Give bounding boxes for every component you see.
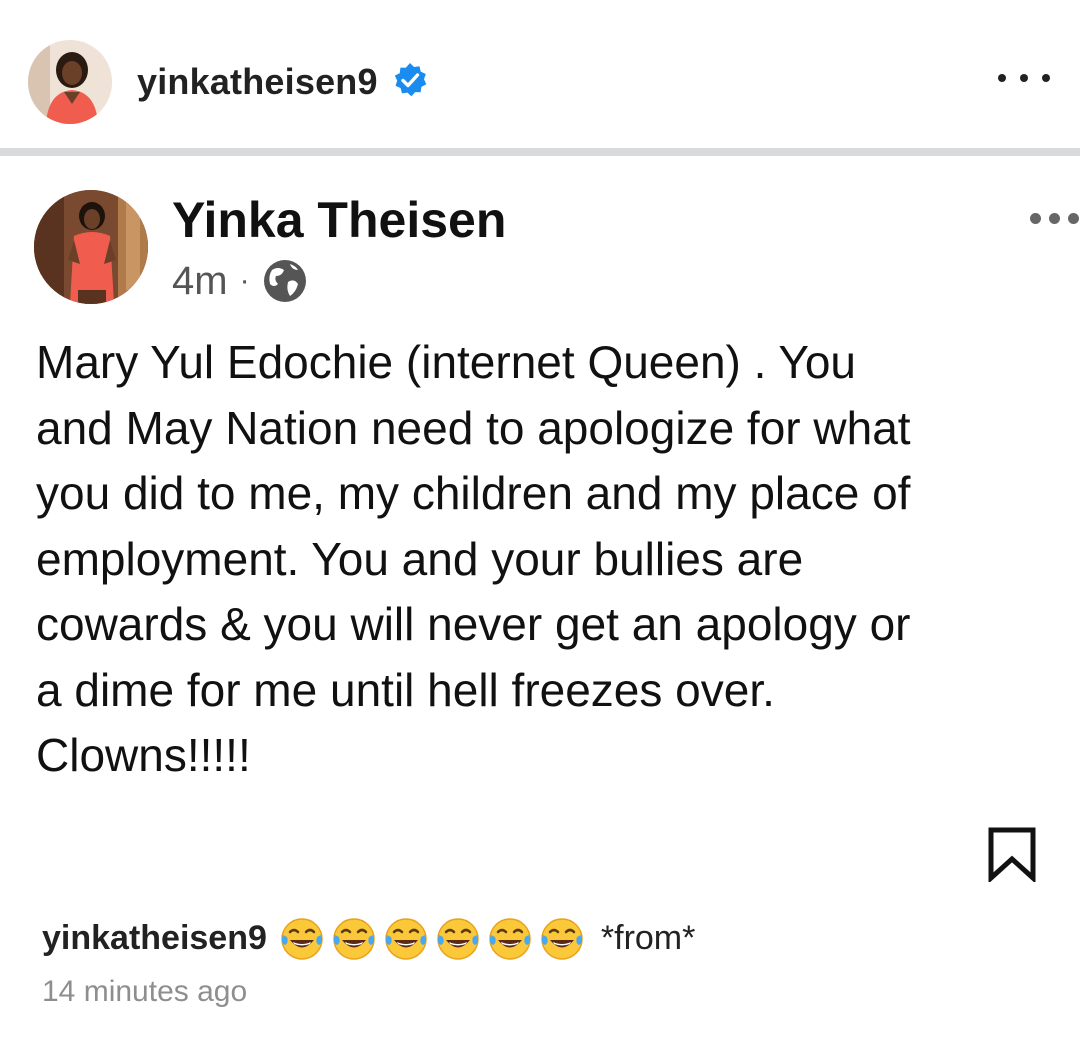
post-text-line: cowards & you will never get an apology … — [36, 598, 911, 650]
post-timestamp[interactable]: 14 minutes ago — [42, 972, 247, 1012]
post-text: Mary Yul Edochie (internet Queen) . You … — [36, 330, 1066, 789]
post-options-icon[interactable] — [1030, 206, 1080, 230]
post-screen: yinkatheisen9 Yinka Theisen 4m · Mary Yu… — [0, 0, 1080, 1046]
caption-username[interactable]: yinkatheisen9 — [42, 919, 267, 958]
verified-badge-icon — [394, 63, 427, 97]
header-username[interactable]: yinkatheisen9 — [137, 60, 378, 104]
tears-of-joy-emoji-icon — [281, 918, 323, 960]
post-header: yinkatheisen9 — [0, 0, 1080, 150]
globe-icon — [263, 260, 306, 302]
post-meta: 4m · — [172, 256, 308, 306]
avatar-photo — [28, 40, 112, 124]
tears-of-joy-emoji-icon — [489, 918, 531, 960]
save-bookmark-icon[interactable] — [986, 826, 1038, 882]
meta-separator: · — [239, 264, 250, 297]
author-name[interactable]: Yinka Theisen — [172, 190, 506, 250]
tears-of-joy-emoji-icon — [385, 918, 427, 960]
author-photo — [34, 190, 148, 304]
caption: yinkatheisen9 *from* — [42, 910, 695, 966]
post-text-line: Mary Yul Edochie (internet Queen) . You — [36, 336, 857, 388]
tears-of-joy-emoji-icon — [437, 918, 479, 960]
caption-text: *from* — [600, 918, 696, 957]
post-text-line: and May Nation need to apologize for wha… — [36, 401, 911, 454]
tears-of-joy-emoji-icon — [541, 918, 583, 960]
tears-of-joy-emoji-icon — [333, 918, 375, 960]
author-avatar — [34, 190, 148, 304]
post-text-line: employment. You and your bullies are — [36, 532, 804, 585]
more-options-icon[interactable] — [998, 58, 1050, 98]
post-time: 4m — [172, 258, 228, 303]
profile-avatar[interactable] — [28, 40, 112, 124]
emoji-row — [279, 915, 585, 961]
post-text-line: a dime for me until hell freezes over. — [36, 663, 775, 716]
post-text-line: Clowns!!!!! — [36, 729, 251, 781]
header-divider — [0, 148, 1080, 156]
post-text-line: you did to me, my children and my place … — [36, 467, 911, 519]
